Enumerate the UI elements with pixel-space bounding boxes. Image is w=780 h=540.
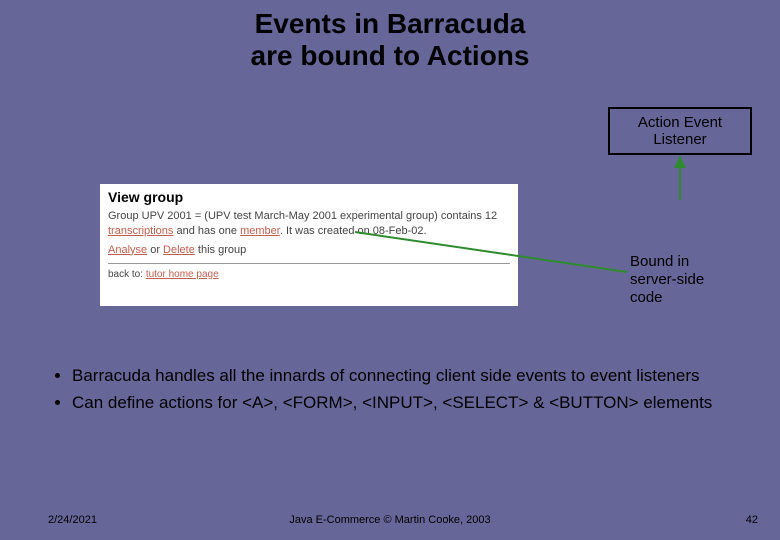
body-suffix: . It was created on 08-Feb-02. <box>280 225 427 237</box>
action-event-listener-box: Action Event Listener <box>608 107 752 155</box>
bound-l3: code <box>630 289 663 306</box>
body-prefix: Group UPV 2001 = (UPV test March-May 200… <box>108 210 497 222</box>
callout-text: Action Event Listener <box>610 114 750 148</box>
screenshot-body: Group UPV 2001 = (UPV test March-May 200… <box>100 207 518 241</box>
back-prefix: back to: <box>108 269 146 280</box>
divider <box>108 263 510 264</box>
analyse-link[interactable]: Analyse <box>108 244 147 256</box>
row2-mid: or <box>147 244 163 256</box>
slide-title: Events in Barracuda are bound to Actions <box>0 8 780 72</box>
member-link[interactable]: member <box>240 225 280 237</box>
bullet-1: Barracuda handles all the innards of con… <box>72 365 740 388</box>
footer-page-number: 42 <box>746 514 758 526</box>
bullet-list: Barracuda handles all the innards of con… <box>48 365 740 419</box>
title-line-1: Events in Barracuda <box>255 8 526 39</box>
bullet-2: Can define actions for <A>, <FORM>, <INP… <box>72 392 740 415</box>
title-line-2: are bound to Actions <box>251 40 530 71</box>
screenshot-back-row: back to: tutor home page <box>100 267 518 282</box>
bound-l1: Bound in <box>630 253 689 270</box>
bound-in-server-side-label: Bound in server-side code <box>630 253 704 307</box>
delete-link[interactable]: Delete <box>163 244 195 256</box>
bound-l2: server-side <box>630 271 704 288</box>
screenshot-heading: View group <box>100 184 518 207</box>
row2-suffix: this group <box>195 244 246 256</box>
screenshot-actions-row: Analyse or Delete this group <box>100 241 518 260</box>
view-group-screenshot: View group Group UPV 2001 = (UPV test Ma… <box>100 184 518 306</box>
tutor-home-link[interactable]: tutor home page <box>146 269 219 280</box>
footer-center: Java E-Commerce © Martin Cooke, 2003 <box>0 514 780 526</box>
body-mid: and has one <box>173 225 240 237</box>
transcriptions-link[interactable]: transcriptions <box>108 225 173 237</box>
